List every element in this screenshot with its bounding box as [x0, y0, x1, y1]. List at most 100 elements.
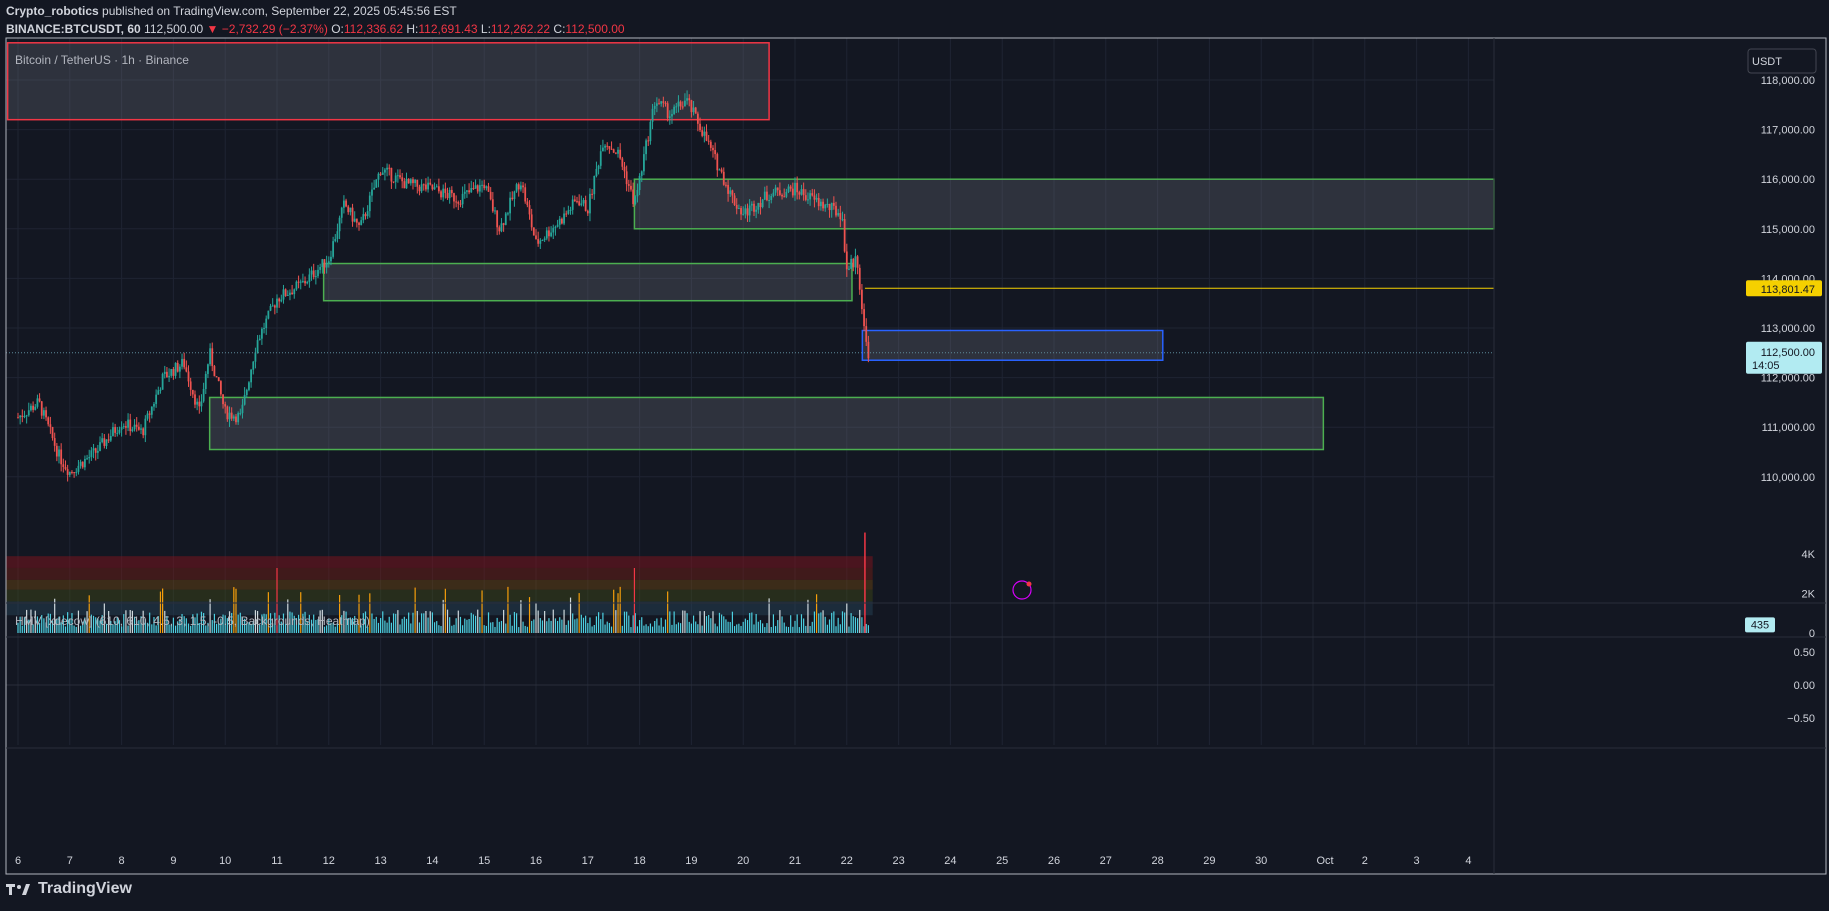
indicator-title: HMV [xdecow] (610, 610, 4.5, 3, 1.5, -0.…	[15, 614, 370, 628]
candle-body	[435, 186, 438, 188]
candle-body	[407, 178, 410, 184]
candle-body	[219, 381, 222, 395]
candle-body	[185, 367, 188, 372]
candle-body	[330, 256, 332, 262]
candle-body	[761, 199, 764, 208]
candle-body	[487, 186, 490, 192]
time-tick-label: 30	[1255, 855, 1267, 867]
candle-body	[358, 222, 360, 225]
candle-body	[399, 175, 401, 178]
candle-body	[228, 412, 231, 420]
candle-body	[213, 366, 216, 377]
candle-body	[612, 149, 615, 153]
candle-body	[524, 187, 527, 202]
candle-body	[310, 270, 313, 275]
candle-body	[671, 114, 673, 117]
osc-tick-label: −0.50	[1787, 713, 1815, 725]
candle-body	[71, 471, 73, 473]
time-tick-label: 23	[892, 855, 904, 867]
candle-body	[349, 207, 352, 213]
price-chart[interactable]: 118,000.00 117,000.00 116,000.00 115,000.00…	[0, 0, 1829, 911]
candle-body	[291, 292, 294, 295]
candle-body	[289, 292, 291, 295]
candle-body	[481, 184, 483, 186]
candle-body	[649, 121, 652, 142]
candle-body	[470, 188, 473, 193]
candle-body	[567, 210, 570, 214]
candle-body	[269, 305, 272, 311]
time-tick-label: 10	[219, 855, 231, 867]
candle-body	[146, 413, 149, 419]
candle-body	[373, 187, 376, 190]
candle-body	[73, 472, 76, 474]
candle-body	[785, 191, 788, 197]
candle-body	[207, 364, 209, 374]
candle-body	[55, 445, 58, 457]
candle-body	[334, 238, 337, 242]
candle-body	[450, 189, 453, 194]
candle-body	[556, 224, 559, 227]
candle-body	[789, 186, 792, 189]
candle-body	[237, 413, 240, 423]
volume-pane	[6, 532, 1494, 686]
candle-body	[194, 394, 196, 405]
candle-body	[757, 202, 760, 210]
time-tick-label: 13	[374, 855, 386, 867]
candle-body	[634, 196, 637, 205]
candle-body	[336, 231, 339, 239]
candle-body	[53, 438, 56, 446]
candle-body	[133, 424, 136, 430]
candle-body	[27, 410, 30, 416]
candle-body	[552, 227, 555, 233]
candle-body	[735, 204, 738, 209]
candle-body	[114, 427, 117, 433]
candle-body	[491, 199, 494, 212]
time-tick-label: 20	[737, 855, 749, 867]
candle-body	[32, 405, 35, 410]
candle-body	[528, 205, 531, 215]
candle-body	[850, 258, 853, 269]
candle-body	[569, 209, 572, 211]
candle-body	[591, 193, 594, 195]
candle-body	[692, 107, 695, 113]
volume-tick-label: 4K	[1802, 549, 1816, 561]
candle-body	[81, 461, 84, 468]
candle-body	[86, 458, 88, 460]
candle-body	[839, 213, 842, 220]
candle-body	[861, 289, 863, 310]
candle-body	[565, 213, 568, 215]
candle-body	[135, 424, 138, 427]
candle-body	[140, 428, 142, 430]
candle-body	[586, 210, 589, 214]
candle-body	[766, 191, 768, 201]
candle-body	[673, 106, 676, 115]
tradingview-logo[interactable]: TradingView	[6, 880, 132, 898]
candle-body	[630, 185, 632, 190]
candle-body	[405, 178, 408, 189]
time-tick-label: 24	[944, 855, 956, 867]
candle-body	[500, 223, 503, 232]
candle-body	[545, 230, 548, 239]
candle-body	[813, 195, 816, 200]
candle-body	[507, 213, 509, 215]
candle-body	[776, 187, 779, 191]
candle-body	[459, 203, 462, 205]
candle-body	[343, 200, 345, 208]
candle-body	[412, 179, 414, 184]
volume-heatmap-band	[6, 567, 873, 580]
candle-body	[474, 185, 477, 189]
candle-body	[200, 401, 203, 407]
candle-body	[513, 191, 516, 200]
candle-body	[150, 406, 153, 415]
candle-body	[623, 166, 626, 172]
time-tick-label: 22	[841, 855, 853, 867]
candle-body	[198, 401, 201, 407]
candle-body	[416, 179, 419, 187]
candle-body	[21, 415, 24, 417]
candle-body	[498, 227, 501, 232]
candle-body	[463, 191, 466, 194]
candle-body	[241, 404, 244, 414]
candle-body	[355, 218, 358, 223]
candle-body	[429, 182, 432, 185]
time-tick-label: 27	[1100, 855, 1112, 867]
